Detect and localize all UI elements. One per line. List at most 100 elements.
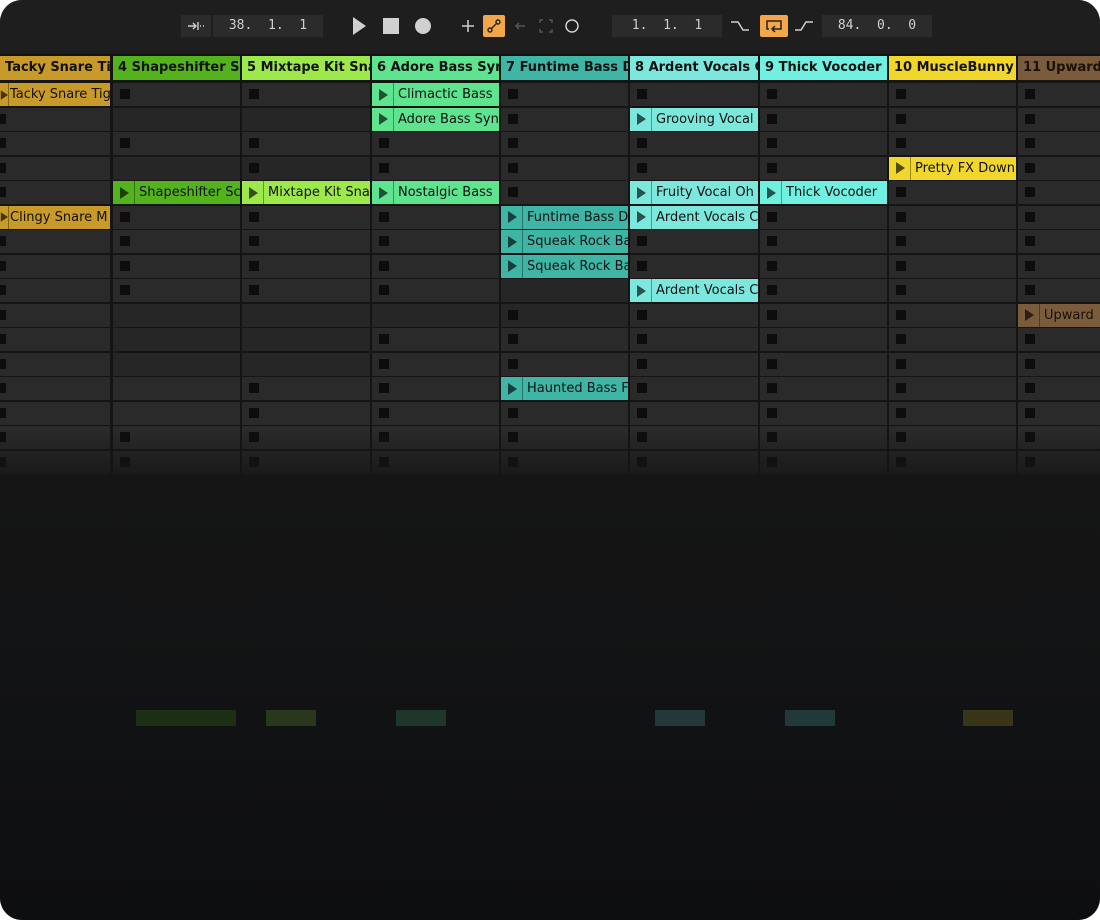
capture-button[interactable] xyxy=(535,15,557,37)
clip-slot[interactable] xyxy=(630,156,758,180)
clip-launch-button[interactable] xyxy=(630,107,652,131)
clip[interactable]: Thick Vocoder xyxy=(760,181,887,204)
clip-stop-button[interactable] xyxy=(249,260,259,271)
clip-slot[interactable] xyxy=(1018,401,1100,425)
add-button[interactable] xyxy=(457,15,479,37)
clip-stop-button[interactable] xyxy=(379,236,389,246)
clip-slot[interactable]: Mixtape Kit Sna xyxy=(242,181,370,204)
clip-launch-button[interactable] xyxy=(0,83,9,106)
clip-stop-button[interactable] xyxy=(767,162,777,173)
clip-stop-button[interactable] xyxy=(896,89,906,99)
clip-slot[interactable]: Grooving Vocal xyxy=(630,107,758,131)
clip-stop-button[interactable] xyxy=(1025,138,1035,148)
clip-slot[interactable] xyxy=(113,205,240,229)
clip-stop-button[interactable] xyxy=(896,334,906,344)
clip-stop-button[interactable] xyxy=(1025,260,1035,271)
clip-stop-button[interactable] xyxy=(508,309,518,320)
clip-launch-button[interactable] xyxy=(242,181,264,204)
clip[interactable]: Mixtape Kit Sna xyxy=(242,181,370,204)
play-button[interactable] xyxy=(348,15,370,37)
clip-slot[interactable] xyxy=(760,401,887,425)
empty-slot[interactable] xyxy=(242,328,370,351)
clip-slot[interactable] xyxy=(760,156,887,180)
clip-slot[interactable] xyxy=(113,377,240,400)
clip-slot[interactable] xyxy=(501,181,628,204)
clip-slot[interactable]: Adore Bass Syn xyxy=(372,107,499,131)
clip-slot[interactable] xyxy=(242,377,370,400)
clip[interactable]: Shapeshifter Sc xyxy=(113,181,240,204)
clip-stop-button[interactable] xyxy=(1025,407,1035,418)
clip-slot[interactable]: Ardent Vocals C xyxy=(630,279,758,302)
clip-slot[interactable] xyxy=(1018,132,1100,155)
clip-stop-button[interactable] xyxy=(1025,236,1035,246)
clip[interactable]: Clingy Snare M xyxy=(0,205,110,229)
clip-stop-button[interactable] xyxy=(379,383,389,393)
clip-slot[interactable]: Tacky Snare Tig xyxy=(0,83,110,106)
clip-launch-button[interactable] xyxy=(372,83,394,106)
track-header[interactable]: 10 MuscleBunny xyxy=(889,56,1016,80)
clip-slot[interactable] xyxy=(889,254,1016,278)
clip-stop-button[interactable] xyxy=(249,89,259,99)
clip-stop-button[interactable] xyxy=(0,285,6,295)
clip-stop-button[interactable] xyxy=(637,260,647,271)
clip[interactable]: Squeak Rock Ba xyxy=(501,254,628,278)
clip-slot[interactable] xyxy=(760,279,887,302)
clip-stop-button[interactable] xyxy=(1025,383,1035,393)
clip-slot[interactable] xyxy=(372,132,499,155)
clip[interactable]: Climactic Bass xyxy=(372,83,499,106)
clip-stop-button[interactable] xyxy=(379,162,389,173)
clip-slot[interactable] xyxy=(372,230,499,253)
clip-slot[interactable] xyxy=(630,230,758,253)
clip-stop-button[interactable] xyxy=(1025,187,1035,197)
clip-launch-button[interactable] xyxy=(113,181,135,204)
clip-slot[interactable] xyxy=(760,83,887,106)
clip-stop-button[interactable] xyxy=(120,260,130,271)
clip-slot[interactable] xyxy=(760,205,887,229)
loop-length[interactable]: 84. 0. 0 xyxy=(822,15,932,37)
clip-stop-button[interactable] xyxy=(637,89,647,99)
clip-stop-button[interactable] xyxy=(508,113,518,124)
clip-slot[interactable] xyxy=(501,352,628,376)
clip-stop-button[interactable] xyxy=(1025,285,1035,295)
clip-slot[interactable] xyxy=(1018,230,1100,253)
clip-slot[interactable] xyxy=(889,205,1016,229)
clip-slot[interactable] xyxy=(372,377,499,400)
clip-stop-button[interactable] xyxy=(896,138,906,148)
clip-stop-button[interactable] xyxy=(767,113,777,124)
clip-slot[interactable] xyxy=(1018,83,1100,106)
clip-slot[interactable] xyxy=(113,230,240,253)
back-to-arrangement-button[interactable] xyxy=(509,15,531,37)
clip[interactable]: Squeak Rock Ba xyxy=(501,230,628,253)
clip-slot[interactable]: Thick Vocoder xyxy=(760,181,887,204)
clip-slot[interactable] xyxy=(889,328,1016,351)
clip-stop-button[interactable] xyxy=(0,113,6,124)
clip-slot[interactable] xyxy=(0,328,110,351)
clip-stop-button[interactable] xyxy=(1025,113,1035,124)
punch-in-button[interactable] xyxy=(729,15,751,37)
clip-slot[interactable] xyxy=(760,328,887,351)
clip-slot[interactable] xyxy=(889,230,1016,253)
track-header[interactable]: 9 Thick Vocoder E xyxy=(760,56,887,80)
clip-stop-button[interactable] xyxy=(637,407,647,418)
clip-stop-button[interactable] xyxy=(249,211,259,222)
clip[interactable]: Adore Bass Syn xyxy=(372,107,499,131)
clip-stop-button[interactable] xyxy=(0,383,6,393)
clip-stop-button[interactable] xyxy=(0,138,6,148)
clip-stop-button[interactable] xyxy=(508,334,518,344)
clip-slot[interactable] xyxy=(0,107,110,131)
clip-slot[interactable]: Clingy Snare M xyxy=(0,205,110,229)
clip-stop-button[interactable] xyxy=(508,407,518,418)
clip-slot[interactable] xyxy=(372,401,499,425)
loop-button[interactable] xyxy=(760,15,788,37)
clip-launch-button[interactable] xyxy=(501,230,523,253)
stop-button[interactable] xyxy=(380,15,402,37)
clip-stop-button[interactable] xyxy=(767,309,777,320)
clip-slot[interactable] xyxy=(630,303,758,327)
clip-stop-button[interactable] xyxy=(896,113,906,124)
clip-slot[interactable]: Funtime Bass D xyxy=(501,205,628,229)
clip-launch-button[interactable] xyxy=(630,181,652,204)
clip-slot[interactable] xyxy=(760,303,887,327)
clip-stop-button[interactable] xyxy=(1025,162,1035,173)
clip-launch-button[interactable] xyxy=(0,205,9,229)
empty-slot[interactable] xyxy=(372,303,499,327)
